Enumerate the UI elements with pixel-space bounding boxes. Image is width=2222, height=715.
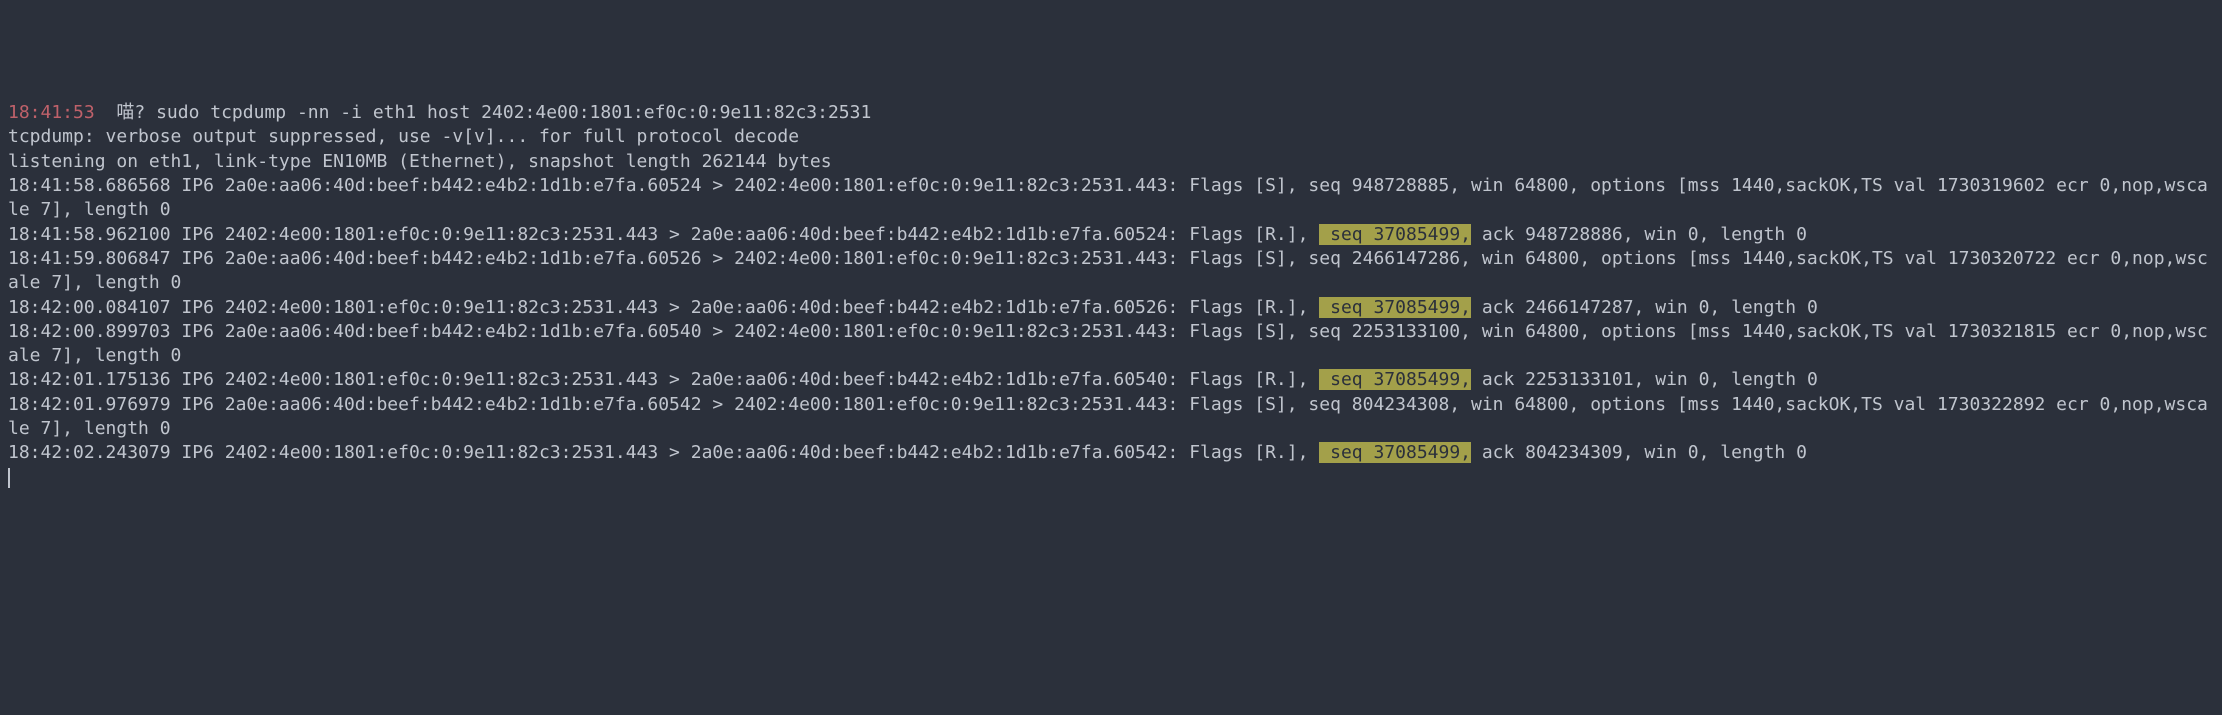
output-line: ack 804234309, win 0, length 0	[1471, 442, 1807, 463]
output-line: listening on eth1, link-type EN10MB (Eth…	[8, 151, 832, 172]
output-lines: tcpdump: verbose output suppressed, use …	[8, 126, 2208, 463]
output-line: ack 948728886, win 0, length 0	[1471, 224, 1807, 245]
output-line: 18:42:01.976979 IP6 2a0e:aa06:40d:beef:b…	[8, 394, 2208, 439]
prompt-timestamp: 18:41:53	[8, 102, 95, 123]
output-line: ack 2253133101, win 0, length 0	[1471, 369, 1818, 390]
terminal-output[interactable]: 18:41:53 喵? sudo tcpdump -nn -i eth1 hos…	[8, 101, 2214, 490]
highlighted-seq: seq 37085499,	[1319, 224, 1471, 245]
highlighted-seq: seq 37085499,	[1319, 442, 1471, 463]
output-line: tcpdump: verbose output suppressed, use …	[8, 126, 799, 147]
output-line: 18:42:01.175136 IP6 2402:4e00:1801:ef0c:…	[8, 369, 1319, 390]
prompt-marker: 喵?	[116, 102, 145, 123]
highlighted-seq: seq 37085499,	[1319, 369, 1471, 390]
output-line: 18:41:58.686568 IP6 2a0e:aa06:40d:beef:b…	[8, 175, 2208, 220]
output-line: 18:42:02.243079 IP6 2402:4e00:1801:ef0c:…	[8, 442, 1319, 463]
output-line: ack 2466147287, win 0, length 0	[1471, 297, 1818, 318]
command-text: sudo tcpdump -nn -i eth1 host 2402:4e00:…	[156, 102, 871, 123]
output-line: 18:41:59.806847 IP6 2a0e:aa06:40d:beef:b…	[8, 248, 2208, 293]
output-line: 18:42:00.084107 IP6 2402:4e00:1801:ef0c:…	[8, 297, 1319, 318]
output-line: 18:42:00.899703 IP6 2a0e:aa06:40d:beef:b…	[8, 321, 2208, 366]
cursor-icon	[8, 468, 10, 488]
highlighted-seq: seq 37085499,	[1319, 297, 1471, 318]
output-line: 18:41:58.962100 IP6 2402:4e00:1801:ef0c:…	[8, 224, 1319, 245]
